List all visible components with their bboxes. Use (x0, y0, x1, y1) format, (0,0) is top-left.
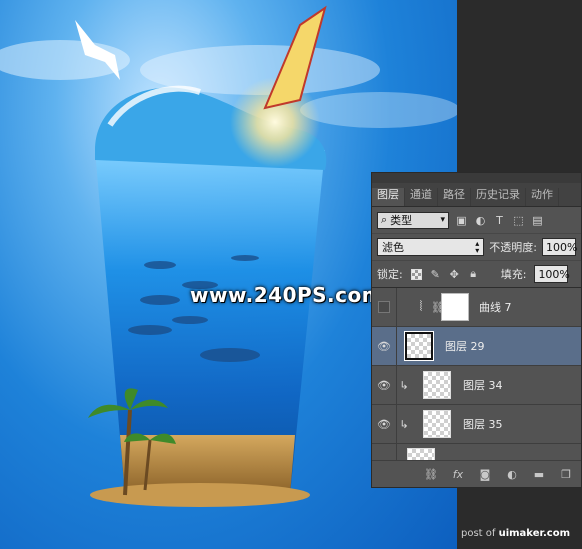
layer-filter-select[interactable]: ⌕ 类型 ▾ (377, 211, 449, 229)
link-icon: ⛓ (431, 300, 445, 314)
layer-thumbnail[interactable] (423, 371, 451, 399)
layers-panel: 图层 通道 路径 历史记录 动作 ⌕ 类型 ▾ ▣ ◐ T ⬚ ▤ 滤色 ▴ ▾ … (371, 172, 582, 488)
tab-actions[interactable]: 动作 (526, 188, 559, 206)
layer-thumbnail[interactable] (423, 410, 451, 438)
lock-row: 锁定: ✎ ✥ 🔒︎ 填充: 100% (372, 261, 581, 288)
eye-icon: 👁︎ (377, 417, 391, 431)
lock-position-icon[interactable]: ✥ (449, 268, 460, 281)
panel-footer: ⛓ fx ◙ ◐ ▬ ❐ (372, 460, 581, 487)
opacity-field[interactable]: 100% (542, 238, 577, 256)
opacity-label: 不透明度: (489, 241, 537, 254)
visibility-toggle[interactable]: 👁︎ (372, 366, 397, 404)
tab-history[interactable]: 历史记录 (471, 188, 526, 206)
chevron-down-icon: ▾ (440, 215, 445, 225)
stepper-icon: ▴ ▾ (475, 239, 480, 255)
tab-paths[interactable]: 路径 (438, 188, 471, 206)
clipping-arrow-icon: ↳ (399, 378, 409, 392)
panel-tabs: 图层 通道 路径 历史记录 动作 (372, 183, 581, 207)
curves-adjustment-icon: ⦚ (419, 299, 423, 315)
new-layer-icon[interactable]: ❐ (559, 468, 573, 481)
blend-row: 滤色 ▴ ▾ 不透明度: 100% (372, 234, 581, 261)
layer-row[interactable]: ⦚ ⛓ 曲线 7 (372, 288, 581, 327)
layer-row[interactable]: 👁︎ ↳ 图层 34 (372, 366, 581, 405)
fx-icon[interactable]: fx (451, 468, 465, 481)
folder-icon[interactable]: ▬ (532, 468, 546, 481)
filter-row: ⌕ 类型 ▾ ▣ ◐ T ⬚ ▤ (372, 207, 581, 234)
layer-thumbnail[interactable] (404, 331, 434, 361)
search-icon: ⌕ (381, 213, 388, 226)
adjustment-filter-icon[interactable]: ◐ (474, 214, 487, 227)
layer-mask-thumbnail[interactable] (441, 293, 469, 321)
watermark-text: www.240PS.com (190, 283, 384, 307)
lock-label: 锁定: (377, 268, 403, 281)
clipping-arrow-icon: ↳ (399, 417, 409, 431)
eye-icon: 👁︎ (377, 378, 391, 392)
fill-label: 填充: (500, 268, 527, 281)
visibility-toggle[interactable]: 👁︎ (372, 327, 397, 365)
layers-list: ⦚ ⛓ 曲线 7 👁︎ 图层 29 👁︎ ↳ 图层 34 👁︎ ↳ 图层 35 (372, 288, 581, 464)
type-filter-icon[interactable]: T (493, 214, 506, 227)
visibility-toggle[interactable] (372, 288, 397, 326)
mask-icon[interactable]: ◙ (478, 468, 492, 481)
credit-text: post of uimaker.com (461, 528, 570, 539)
eye-icon: 👁︎ (377, 339, 391, 353)
fill-field[interactable]: 100% (534, 265, 570, 283)
link-icon[interactable]: ⛓ (424, 468, 438, 481)
layer-row[interactable]: 👁︎ ↳ 图层 35 (372, 405, 581, 444)
lock-paint-icon[interactable]: ✎ (430, 268, 441, 281)
adjustment-icon[interactable]: ◐ (505, 468, 519, 481)
layer-row-selected[interactable]: 👁︎ 图层 29 (372, 327, 581, 366)
tab-channels[interactable]: 通道 (405, 188, 438, 206)
shape-filter-icon[interactable]: ⬚ (512, 214, 525, 227)
layer-name: 曲线 7 (479, 301, 512, 314)
lock-transparency-icon[interactable] (410, 268, 422, 280)
smartobject-filter-icon[interactable]: ▤ (531, 214, 544, 227)
lock-all-icon[interactable]: 🔒︎ (468, 267, 479, 280)
pixel-filter-icon[interactable]: ▣ (455, 214, 468, 227)
layer-name: 图层 29 (445, 340, 485, 353)
layer-name: 图层 34 (463, 379, 503, 392)
hidden-box-icon (378, 301, 390, 313)
panel-titlebar[interactable] (372, 173, 581, 183)
layer-name: 图层 35 (463, 418, 503, 431)
visibility-toggle[interactable]: 👁︎ (372, 405, 397, 443)
blend-mode-select[interactable]: 滤色 ▴ ▾ (377, 238, 485, 256)
tab-layers[interactable]: 图层 (372, 188, 405, 206)
